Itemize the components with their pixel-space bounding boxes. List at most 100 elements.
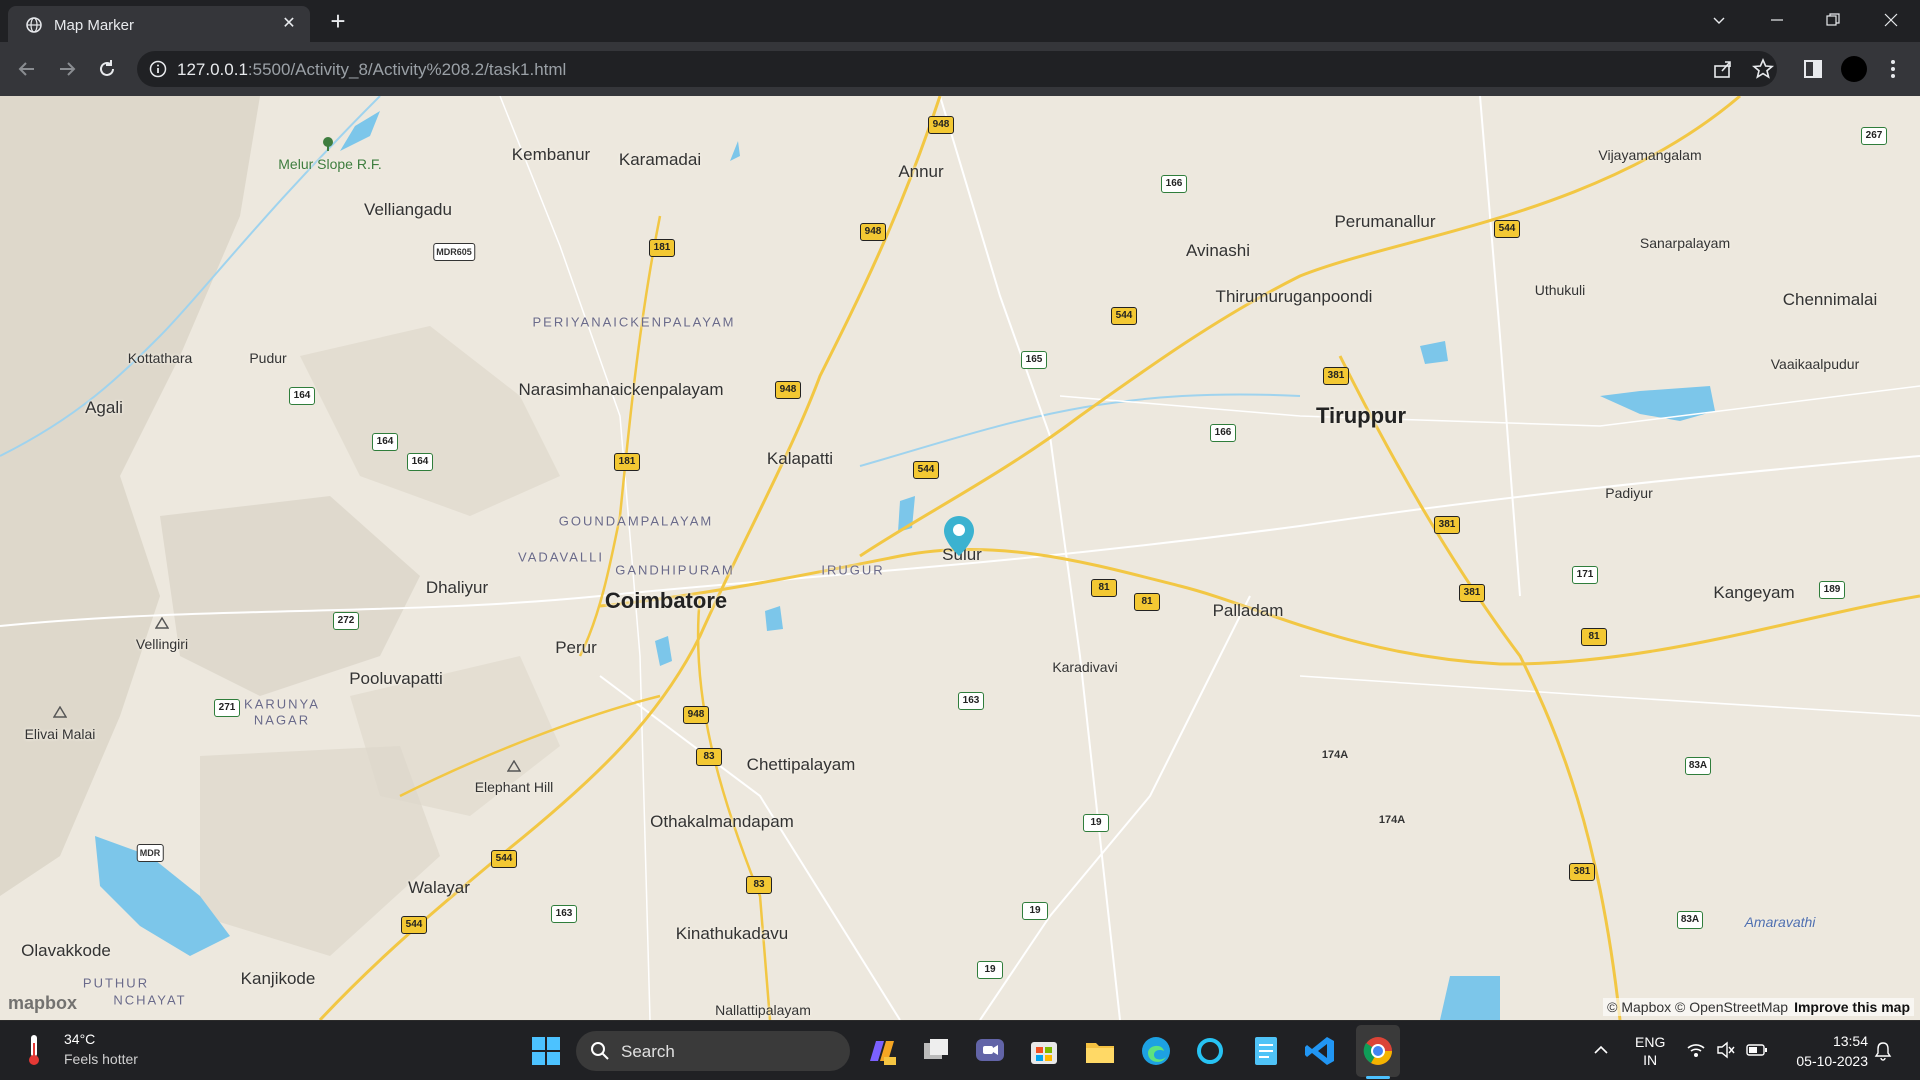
peak-icon	[507, 760, 521, 772]
road-shield: 81	[1134, 593, 1160, 611]
share-icon[interactable]	[1710, 56, 1736, 82]
road-shield: 81	[1091, 579, 1117, 597]
place-chettipalayam: Chettipalayam	[746, 755, 856, 774]
microsoft-store-icon[interactable]	[1026, 1033, 1062, 1069]
place-uthukuli: Uthukuli	[1534, 282, 1586, 298]
notification-bell-icon[interactable]	[1874, 1041, 1892, 1061]
road-shield: 165	[1021, 351, 1047, 369]
edge-browser-icon[interactable]	[1138, 1033, 1174, 1069]
battery-icon[interactable]	[1746, 1041, 1768, 1059]
road-shield: 83	[696, 748, 722, 766]
close-tab-icon[interactable]: ✕	[278, 13, 300, 35]
globe-icon	[26, 17, 42, 33]
new-tab-button[interactable]: +	[324, 8, 352, 36]
place-pudur: Pudur	[249, 350, 287, 366]
back-arrow-icon[interactable]	[14, 56, 40, 82]
restore-icon[interactable]	[1810, 0, 1856, 40]
browser-toolbar: 127.0.0.1:5500/Activity_8/Activity%208.2…	[0, 42, 1920, 96]
tab-map-marker[interactable]: Map Marker ✕	[8, 6, 310, 42]
road-shield: 381	[1323, 367, 1349, 385]
speaker-muted-icon[interactable]	[1716, 1041, 1736, 1059]
place-narasimhanaickenpalayam: Narasimhanaickenpalayam	[518, 380, 724, 399]
reload-icon[interactable]	[94, 56, 120, 82]
windows-start-icon[interactable]	[528, 1033, 564, 1069]
attribution-text[interactable]: © Mapbox © OpenStreetMap	[1607, 999, 1788, 1015]
place-coimbatore: Coimbatore	[604, 588, 728, 613]
road-shield: MDR605	[433, 243, 475, 261]
place-annur: Annur	[898, 162, 944, 181]
road-shield: 83	[746, 876, 772, 894]
url-path: :5500/Activity_8/Activity%208.2/task1.ht…	[247, 60, 567, 79]
bookmark-star-icon[interactable]	[1750, 56, 1776, 82]
place-padiyur: Padiyur	[1605, 485, 1653, 501]
cortana-icon[interactable]	[1192, 1033, 1228, 1069]
tree-icon	[323, 137, 333, 151]
place-melur-slope: Melur Slope R.F.	[278, 156, 382, 172]
chevron-up-icon[interactable]	[1592, 1041, 1610, 1059]
language-indicator[interactable]: ENG IN	[1635, 1033, 1665, 1069]
road-shield: 164	[372, 433, 398, 451]
place-amaravathi: Amaravathi	[1744, 914, 1816, 930]
road-shield: 544	[913, 461, 939, 479]
search-label: Search	[621, 1042, 675, 1061]
road-shield: 163	[551, 905, 577, 923]
place-sanarpalayam: Sanarpalayam	[1639, 235, 1731, 251]
place-palladam: Palladam	[1212, 601, 1284, 620]
forward-arrow-icon[interactable]	[54, 56, 80, 82]
tab-title: Map Marker	[54, 17, 135, 34]
minimize-icon[interactable]	[1754, 0, 1800, 40]
profile-avatar[interactable]	[1841, 56, 1867, 82]
place-thirumuruganpoondi: Thirumuruganpoondi	[1215, 287, 1373, 306]
clock-time: 13:54	[1832, 1033, 1868, 1049]
place-karadivavi: Karadivavi	[1052, 659, 1118, 675]
notepad-icon[interactable]	[1248, 1033, 1284, 1069]
close-window-icon[interactable]	[1868, 0, 1914, 40]
map-marker-pin-icon[interactable]	[942, 514, 976, 558]
copilot-icon[interactable]	[864, 1033, 900, 1069]
place-walayar: Walayar	[408, 878, 470, 897]
wifi-icon[interactable]	[1686, 1041, 1706, 1059]
task-view-icon[interactable]	[918, 1033, 954, 1069]
road-label: 174A	[1321, 749, 1349, 761]
place-elivai-malai: Elivai Malai	[24, 726, 96, 742]
place-perumanallur: Perumanallur	[1334, 212, 1436, 231]
teams-chat-icon[interactable]	[972, 1033, 1008, 1069]
clock-date: 05-10-2023	[1796, 1053, 1868, 1069]
improve-map-link[interactable]: Improve this map	[1794, 999, 1910, 1015]
road-shield: 164	[289, 387, 315, 405]
place-kinathukadavu: Kinathukadavu	[675, 924, 789, 943]
place-olavakkode: Olavakkode	[21, 941, 111, 960]
road-shield: 171	[1572, 566, 1598, 584]
road-shield: 166	[1210, 424, 1236, 442]
mapbox-logo[interactable]: mapbox	[8, 993, 77, 1014]
site-info-icon[interactable]	[149, 60, 167, 78]
address-bar[interactable]: 127.0.0.1:5500/Activity_8/Activity%208.2…	[137, 51, 1777, 87]
place-periyanaickenpalayam: PERIYANAICKENPALAYAM	[532, 314, 736, 330]
map-canvas[interactable]: Melur Slope R.F. Kembanur Karamadai Annu…	[0, 96, 1920, 1020]
road-shield: MDR	[136, 844, 164, 862]
tab-search-chevron-icon[interactable]	[1696, 0, 1742, 40]
taskbar-search[interactable]: Search	[576, 1031, 850, 1071]
road-shield: 948	[928, 116, 954, 134]
side-panel-icon[interactable]	[1800, 56, 1826, 82]
place-vijayamangalam: Vijayamangalam	[1598, 147, 1702, 163]
system-clock[interactable]: 13:54 05-10-2023	[1796, 1031, 1868, 1071]
road-shield: 544	[491, 850, 517, 868]
file-explorer-icon[interactable]	[1082, 1033, 1118, 1069]
road-shield: 948	[775, 381, 801, 399]
place-kalapatti: Kalapatti	[766, 449, 834, 468]
place-kanjikode: Kanjikode	[240, 969, 316, 988]
road-shield: 81	[1581, 628, 1607, 646]
vscode-icon[interactable]	[1302, 1033, 1338, 1069]
road-shield: 181	[649, 239, 675, 257]
menu-kebab-icon[interactable]	[1880, 56, 1906, 82]
chrome-taskbar-active[interactable]	[1356, 1025, 1400, 1079]
road-shield: 948	[860, 223, 886, 241]
place-vadavalli: VADAVALLI	[518, 549, 604, 565]
place-tiruppur: Tiruppur	[1315, 403, 1407, 428]
place-nagar: NAGAR	[253, 712, 311, 728]
road-shield: 544	[1111, 307, 1137, 325]
url-text[interactable]: 127.0.0.1:5500/Activity_8/Activity%208.2…	[177, 60, 566, 80]
place-karamadai: Karamadai	[618, 150, 702, 169]
road-shield: 948	[683, 706, 709, 724]
